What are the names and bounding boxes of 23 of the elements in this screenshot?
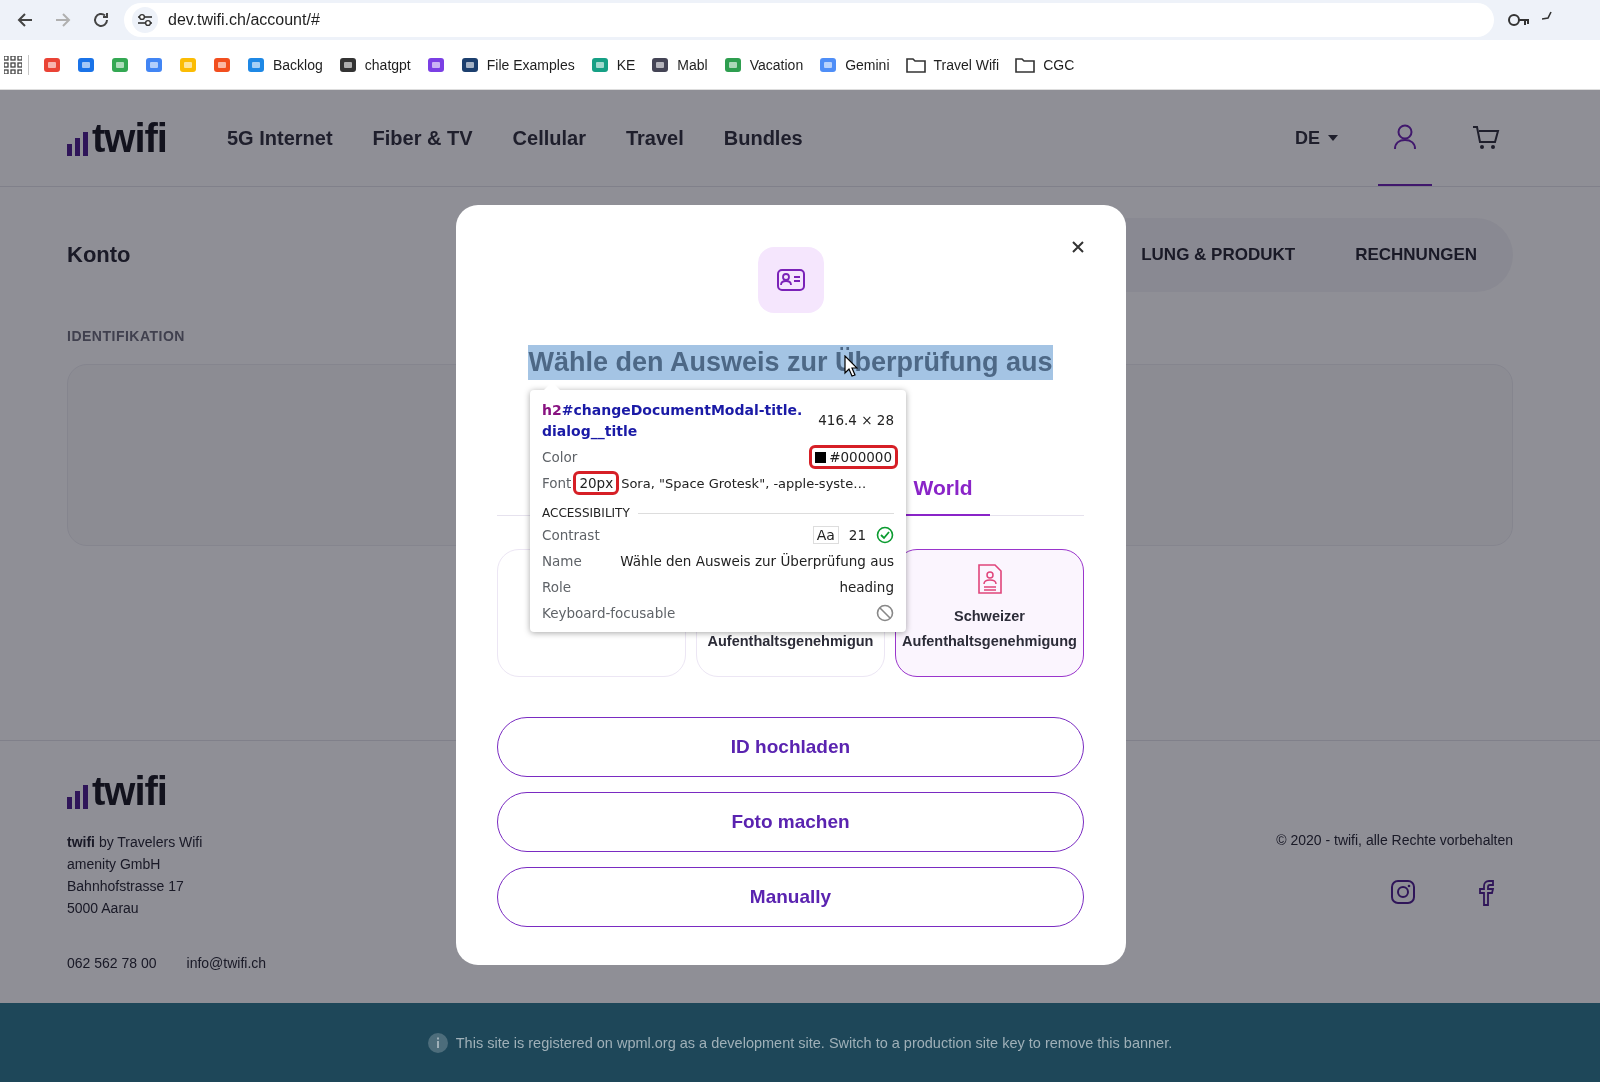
url-text: dev.twifi.ch/account/# [168, 11, 320, 29]
address-line: Bahnhofstrasse 17 [67, 877, 185, 896]
address-line: amenity GmbH [67, 855, 162, 874]
contrast-sample: Aa [812, 526, 839, 544]
copyright-text: © 2020 - twifi, alle Rechte vorbehalten [1276, 832, 1513, 848]
property-label: Contrast [542, 527, 600, 543]
banner-text: This site is registered on wpml.org as a development site. Switch to a production site key to remove this banner. [455, 1034, 1173, 1051]
font-family-value: Sora, "Space Grotesk", -apple-syste… [621, 475, 867, 491]
property-label: Name [542, 553, 582, 569]
property-label: Color [542, 449, 578, 465]
section-label: IDENTIFIKATION [67, 328, 186, 344]
section-heading: ACCESSIBILITY [542, 506, 630, 520]
address-line: 5000 Aarau [67, 899, 140, 918]
property-label: Role [542, 579, 572, 595]
accessible-name-value: Wähle den Ausweis zur Überprüfung aus [620, 553, 894, 569]
contrast-value: 21 [848, 527, 866, 543]
property-label: Font [542, 475, 572, 491]
element-size: 416.4 × 28 [818, 412, 894, 428]
property-label: Keyboard-focusable [542, 605, 676, 621]
element-selector: h2#changeDocumentModal-title.dialog__title [542, 401, 804, 442]
address-line: twifi by Travelers Wifi [67, 833, 204, 852]
page-title: Konto [67, 242, 131, 268]
role-value: heading [839, 579, 894, 595]
